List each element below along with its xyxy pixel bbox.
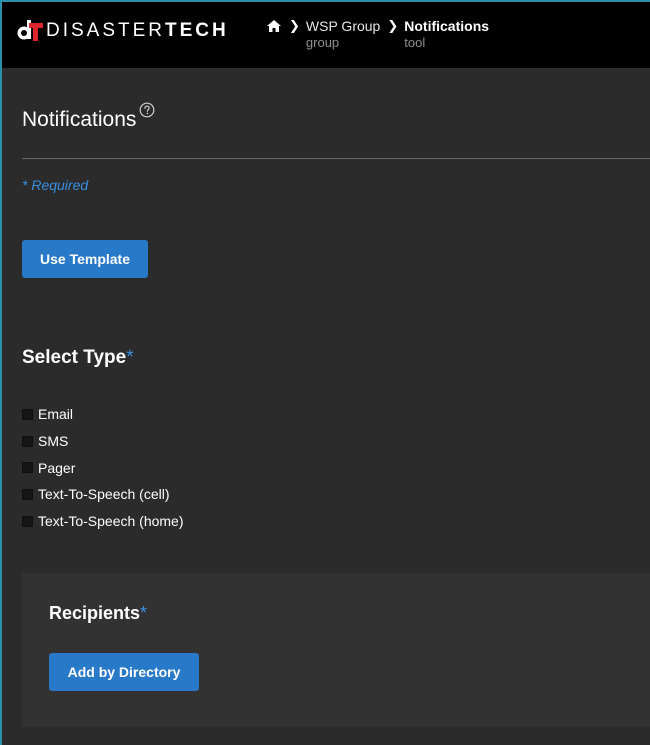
recipients-panel: Recipients* Add by Directory [22,573,650,727]
checkbox-box[interactable] [22,488,33,500]
select-type-title: Select Type [22,347,127,368]
logo-text-bold: TECH [165,20,229,41]
checkbox-box[interactable] [22,515,33,527]
breadcrumb-label: WSP Group [305,18,381,34]
checkbox-email[interactable]: Email [22,401,184,428]
breadcrumb-label: Notifications [404,18,490,34]
checkbox-sms[interactable]: SMS [22,428,184,455]
breadcrumb-item-tool: Notifications tool [404,17,489,51]
home-icon[interactable] [266,18,282,34]
checkbox-box[interactable] [22,408,33,420]
logo-text-light: DISASTER [46,20,166,41]
checkbox-label[interactable]: Email [38,406,73,422]
brand-logo[interactable]: DISASTERTECH [16,19,229,43]
page-title: Notifications [22,102,155,132]
checkbox-label[interactable]: SMS [38,433,68,449]
required-asterisk: * [140,603,148,623]
select-type-heading: Select Type* [22,347,134,369]
chevron-right-icon: ❯ [289,18,300,33]
checkbox-pager[interactable]: Pager [22,454,184,481]
checkbox-tts-cell[interactable]: Text-To-Speech (cell) [22,481,184,508]
checkbox-box[interactable] [22,462,33,474]
top-bar: DISASTERTECH ❯ WSP Group group ❯ Notific… [2,2,650,68]
recipients-heading: Recipients* [49,603,147,624]
app-window: DISASTERTECH ❯ WSP Group group ❯ Notific… [0,0,650,745]
checkbox-tts-home[interactable]: Text-To-Speech (home) [22,508,184,535]
checkbox-label[interactable]: Text-To-Speech (home) [38,513,184,529]
use-template-button[interactable]: Use Template [22,240,148,278]
type-checkbox-list: Email SMS Pager Text-To-Speech (cell) Te… [22,401,184,534]
required-asterisk: * [126,347,134,368]
breadcrumb-sublabel: tool [404,35,426,50]
recipients-title: Recipients [49,603,141,623]
page-title-text: Notifications [22,108,137,131]
breadcrumb: ❯ WSP Group group ❯ Notifications tool [266,17,489,51]
checkbox-label[interactable]: Pager [38,460,75,476]
breadcrumb-item-group[interactable]: WSP Group group [306,17,380,51]
checkbox-box[interactable] [22,435,33,447]
required-note: * Required [22,177,89,193]
logo-wordmark: DISASTERTECH [46,20,229,42]
checkbox-label[interactable]: Text-To-Speech (cell) [38,486,170,502]
title-divider [22,158,650,159]
logo-mark-icon [16,19,44,43]
chevron-right-icon: ❯ [387,18,399,33]
breadcrumb-sublabel: group [305,35,340,50]
add-by-directory-button[interactable]: Add by Directory [49,653,199,691]
help-circle-icon[interactable] [139,102,155,118]
